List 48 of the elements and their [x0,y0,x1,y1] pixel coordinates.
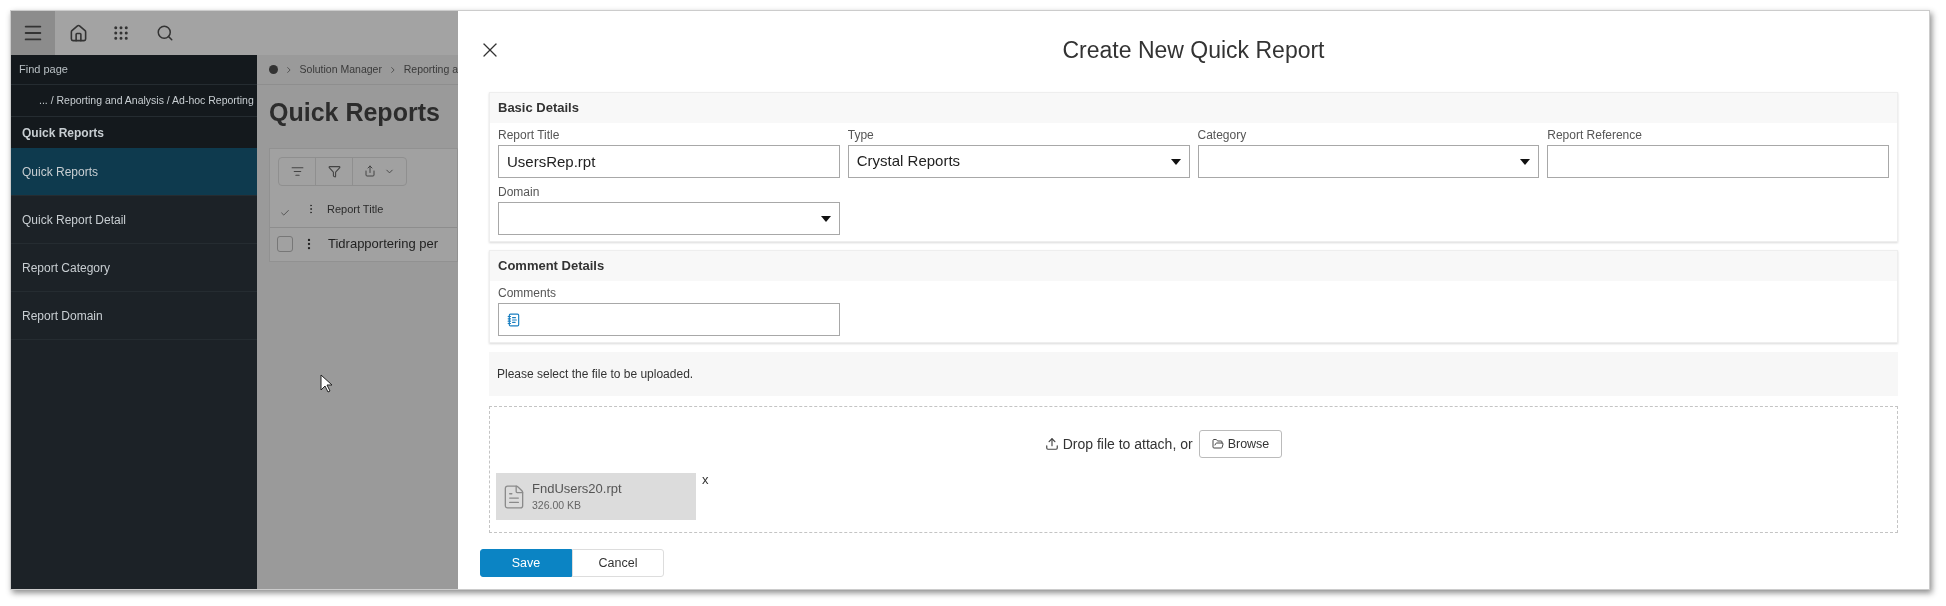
notepad-icon [507,312,521,327]
dropdown-field[interactable] [1197,145,1540,178]
export-icon [364,165,376,177]
section-title: Basic Details [498,99,579,118]
upload-icon [1044,437,1059,451]
drop-zone[interactable]: Drop file to attach, or Browse FndUsers20.rpt 326.00 KB x [489,406,1898,533]
browse-button[interactable]: Browse [1198,430,1283,458]
drop-hint: Drop file to attach, or [1062,434,1193,454]
field-label: Report Reference [1547,127,1643,143]
upload-prompt: Please select the file to be uploaded. [497,366,694,383]
menu-button[interactable] [11,11,55,55]
dropdown-caret-icon [1520,158,1531,165]
field-label: Domain [498,184,541,200]
field-label: Report Title [498,127,561,143]
apps-grid-icon[interactable] [112,24,130,42]
text-field[interactable]: UsersRep.rpt [498,145,840,178]
dropdown-caret-icon [820,215,831,222]
column-header[interactable]: Report Title [327,200,384,218]
save-button[interactable]: Save [480,549,572,577]
file-name: FndUsers20.rpt [532,479,622,498]
list-icon [290,164,304,178]
mouse-pointer-icon [320,374,332,393]
file-size: 326.00 KB [532,498,583,514]
search-icon[interactable] [156,24,174,42]
find-page-field[interactable]: Find page [19,61,68,78]
sidebar-section-title: Quick Reports [22,124,105,142]
page-title: Quick Reports [269,97,441,128]
field-label: Type [847,127,875,143]
dialog-title: Create New Quick Report [1061,35,1326,65]
remove-file-button[interactable]: x [702,473,709,486]
row-checkbox[interactable] [277,236,293,252]
home-icon[interactable] [69,23,88,43]
table-cell-text: Tidrapportering per [328,235,439,254]
folder-icon [1211,438,1224,450]
dropdown-field[interactable] [498,202,840,235]
field-label: Category [1197,127,1248,143]
breadcrumb-link[interactable]: Reporting a [403,61,458,78]
sidebar-item[interactable]: Quick Reports [11,148,257,196]
filter-icon [327,164,341,178]
text-field[interactable] [1547,145,1889,178]
dropdown-caret-icon [1170,158,1181,165]
field-label: Comments [498,285,557,301]
breadcrumb-link[interactable]: Solution Manager [299,61,382,78]
cancel-button[interactable]: Cancel [572,549,664,577]
dropdown-field[interactable]: Crystal Reports [847,145,1190,178]
check-icon [280,208,290,218]
section-title: Comment Details [498,257,605,276]
comments-field[interactable] [498,303,840,336]
